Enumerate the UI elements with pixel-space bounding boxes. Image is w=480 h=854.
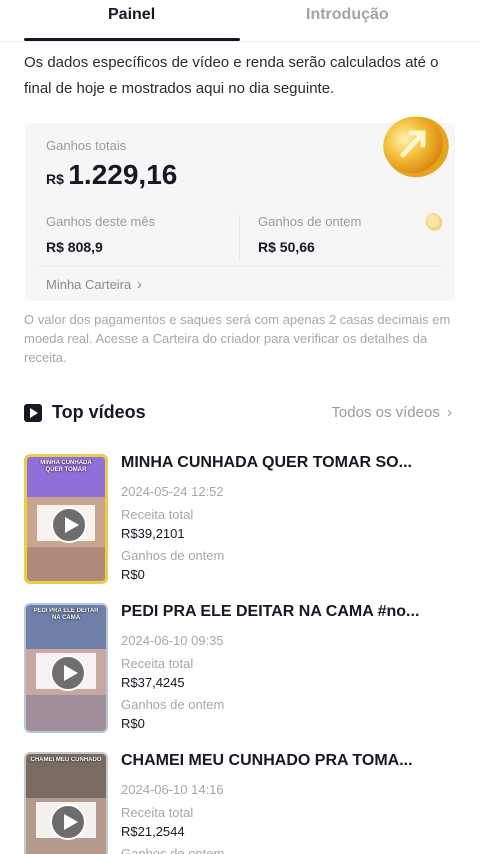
play-square-icon [24, 404, 42, 422]
video-title: PEDI PRA ELE DEITAR NA CAMA #no... [121, 603, 420, 620]
yesterday-earnings-label: Ganhos de ontem [121, 548, 225, 563]
thumbnail-caption: CHAMEI MEU CUNHADO [30, 757, 102, 763]
tab-introducao[interactable]: Introdução [306, 6, 389, 24]
month-earnings-label: Ganhos deste mês [46, 214, 156, 229]
tab-painel[interactable]: Painel [108, 6, 155, 24]
yesterday-earnings-label: Ganhos de ontem [121, 846, 225, 854]
chevron-right-icon: › [136, 276, 142, 293]
revenue-label: Receita total [121, 656, 194, 671]
video-date: 2024-06-10 14:16 [121, 782, 224, 797]
month-earnings-value: R$ 808,9 [46, 239, 103, 255]
divider-horizontal [37, 266, 443, 267]
total-earnings-number: 1.229,16 [68, 159, 178, 190]
video-thumbnail: MINHA CUNHADA QUER TOMAR [24, 454, 108, 584]
revenue-value: R$37,4245 [121, 675, 185, 690]
all-videos-link[interactable]: Todos os vídeos › [331, 404, 452, 421]
data-notice: Os dados específicos de vídeo e renda se… [24, 54, 439, 97]
play-icon [51, 507, 87, 543]
total-earnings-value: R$ 1.229,16 [46, 159, 177, 191]
yesterday-earnings-value: R$0 [121, 716, 145, 731]
revenue-label: Receita total [121, 507, 194, 522]
video-date: 2024-05-24 12:52 [121, 484, 224, 499]
my-wallet-label: Minha Carteira [46, 277, 132, 292]
video-title: MINHA CUNHADA QUER TOMAR SO... [121, 454, 412, 471]
video-item[interactable]: PEDI PRA ELE DEITAR NA CAMA PEDI PRA ELE… [24, 603, 456, 735]
video-item[interactable]: MINHA CUNHADA QUER TOMAR MINHA CUNHADA Q… [24, 454, 456, 586]
thumbnail-caption: PEDI PRA ELE DEITAR NA CAMA [33, 608, 99, 621]
my-wallet-link[interactable]: Minha Carteira › [46, 276, 142, 293]
yesterday-earnings-label: Ganhos de ontem [258, 214, 362, 229]
video-thumbnail: PEDI PRA ELE DEITAR NA CAMA [24, 603, 108, 733]
yesterday-earnings-value: R$0 [121, 567, 145, 582]
yesterday-earnings-label: Ganhos de ontem [121, 697, 225, 712]
play-icon [50, 804, 86, 840]
top-videos-title: Top vídeos [52, 402, 146, 422]
all-videos-label: Todos os vídeos [331, 404, 440, 421]
play-icon [50, 655, 86, 691]
total-earnings-currency: R$ [46, 171, 64, 187]
video-item[interactable]: CHAMEI MEU CUNHADO CHAMEI MEU CUNHADO PR… [24, 752, 456, 854]
earnings-card: Ganhos totais R$ 1.229,16 Ganhos deste m… [25, 116, 455, 301]
gold-coin-icon [383, 116, 449, 178]
total-earnings-label: Ganhos totais [46, 138, 127, 153]
video-title: CHAMEI MEU CUNHADO PRA TOMA... [121, 752, 413, 769]
payout-disclaimer: O valor dos pagamentos e saques será com… [24, 312, 451, 365]
video-date: 2024-06-10 09:35 [121, 633, 224, 648]
yesterday-earnings-value: R$ 50,66 [258, 239, 315, 255]
small-coin-icon [425, 213, 443, 231]
chevron-right-icon: › [447, 404, 452, 421]
divider-vertical [239, 215, 240, 261]
revenue-label: Receita total [121, 805, 194, 820]
active-tab-indicator [24, 38, 240, 41]
thumbnail-caption: MINHA CUNHADA QUER TOMAR [40, 460, 92, 473]
revenue-value: R$21,2544 [121, 824, 185, 839]
video-thumbnail: CHAMEI MEU CUNHADO [24, 752, 108, 854]
top-videos-header: Top vídeos Todos os vídeos › [24, 400, 456, 426]
revenue-value: R$39,2101 [121, 526, 185, 541]
tab-bar: Painel Introdução [0, 0, 480, 42]
